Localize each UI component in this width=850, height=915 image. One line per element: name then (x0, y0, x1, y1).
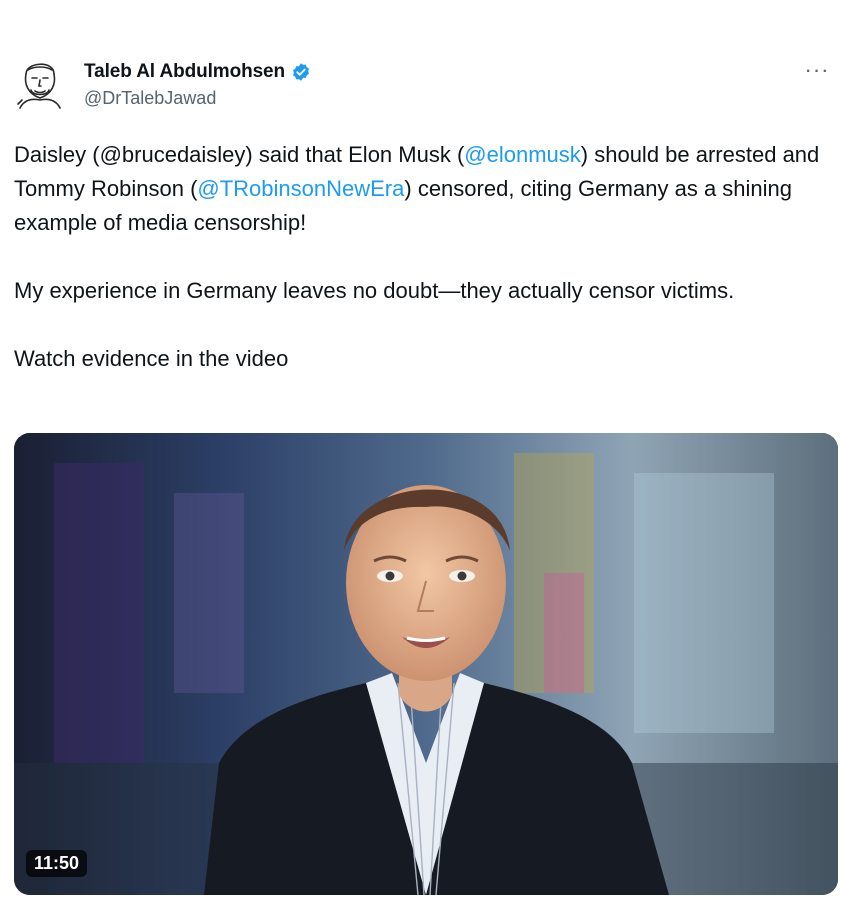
sketch-portrait-icon (17, 63, 61, 109)
tweet-text: Daisley (@brucedaisley) said that Elon M… (14, 138, 824, 376)
video-player[interactable]: 11:50 (14, 433, 838, 895)
avatar[interactable] (14, 54, 66, 110)
tweet-paragraph-1: Daisley (@brucedaisley) said that Elon M… (14, 138, 824, 240)
display-name[interactable]: Taleb Al Abdulmohsen (84, 61, 285, 83)
video-thumbnail (14, 433, 838, 895)
page-bottom (0, 895, 850, 915)
mention-link[interactable]: @elonmusk (464, 142, 581, 167)
author-handle[interactable]: @DrTalebJawad (84, 88, 311, 109)
tweet-text-segment: Daisley (@brucedaisley) said that Elon M… (14, 142, 465, 167)
mention-link[interactable]: @TRobinsonNewEra (197, 176, 404, 201)
tweet-paragraph-3: Watch evidence in the video (14, 346, 289, 371)
tweet-header: Taleb Al Abdulmohsen @DrTalebJawad ··· (14, 52, 836, 112)
more-options-icon[interactable]: ··· (800, 57, 834, 82)
video-duration-badge: 11:50 (26, 850, 88, 877)
tweet-paragraph-2: My experience in Germany leaves no doubt… (14, 278, 735, 303)
display-name-row: Taleb Al Abdulmohsen (84, 60, 311, 84)
verified-badge-icon (291, 62, 311, 82)
author-names: Taleb Al Abdulmohsen @DrTalebJawad (84, 60, 311, 109)
